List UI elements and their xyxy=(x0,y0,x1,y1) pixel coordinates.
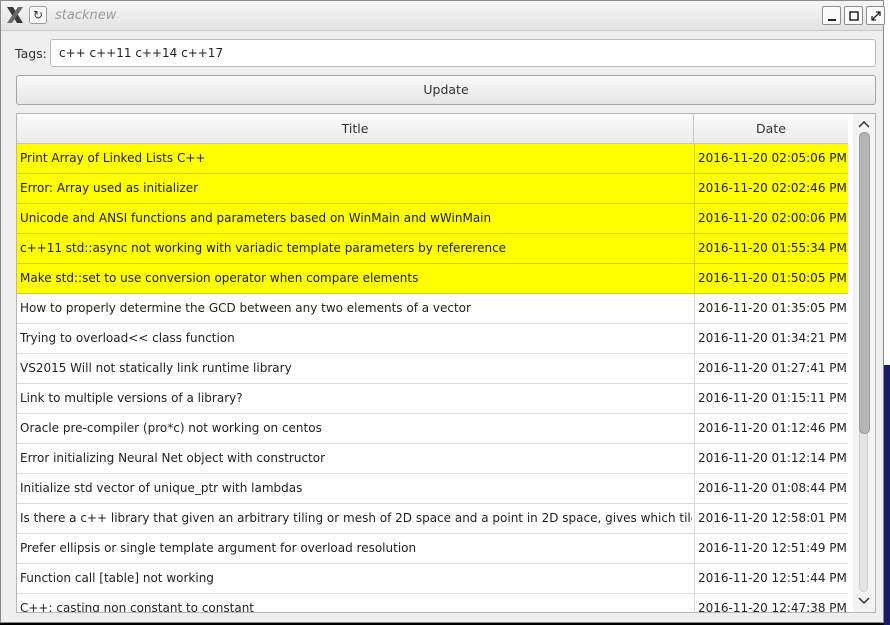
row-title: C++: casting non constant to constant xyxy=(20,601,254,613)
row-date: 2016-11-20 01:12:14 PM xyxy=(694,444,850,473)
row-title: Function call [table] not working xyxy=(20,571,214,585)
table-row[interactable]: Prefer ellipsis or single template argum… xyxy=(17,534,848,564)
questions-table: Title Date Print Array of Linked Lists C… xyxy=(16,113,876,613)
app-window: ↻ stacknew Tags: c++ c++11 c++14 c++17 U… xyxy=(0,0,885,623)
table-row[interactable]: Trying to overload<< class function 2016-… xyxy=(17,324,848,354)
row-date: 2016-11-20 01:35:05 PM xyxy=(694,294,850,323)
table-body: Print Array of Linked Lists C++ 2016-11-2… xyxy=(17,144,850,613)
row-title: How to properly determine the GCD betwee… xyxy=(20,301,471,315)
row-title: Is there a c++ library that given an arb… xyxy=(20,511,692,525)
row-title: Initialize std vector of unique_ptr with… xyxy=(20,481,303,495)
table-row[interactable]: Print Array of Linked Lists C++ 2016-11-2… xyxy=(17,144,848,174)
maximize-icon[interactable] xyxy=(844,6,863,25)
row-date: 2016-11-20 12:51:49 PM xyxy=(694,534,850,563)
row-date: 2016-11-20 12:58:01 PM xyxy=(694,504,850,533)
table-row[interactable]: Link to multiple versions of a library? 2… xyxy=(17,384,848,414)
table-row[interactable]: Is there a c++ library that given an arb… xyxy=(17,504,848,534)
table-row[interactable]: VS2015 Will not statically link runtime … xyxy=(17,354,848,384)
table-row[interactable]: c++11 std::async not working with variad… xyxy=(17,234,848,264)
table-row[interactable]: Make std::set to use conversion operator… xyxy=(17,264,848,294)
table-row[interactable]: C++: casting non constant to constant 201… xyxy=(17,594,850,613)
x-logo-icon[interactable] xyxy=(5,5,25,25)
tags-input[interactable]: c++ c++11 c++14 c++17 xyxy=(50,39,876,67)
row-date: 2016-11-20 01:34:21 PM xyxy=(694,324,850,353)
row-date: 2016-11-20 01:08:44 PM xyxy=(694,474,850,503)
scrollbar-thumb[interactable] xyxy=(859,132,870,434)
column-header-title[interactable]: Title xyxy=(17,114,694,143)
chevron-down-icon[interactable] xyxy=(856,594,872,608)
table-header: Title Date xyxy=(17,114,848,144)
row-title: Print Array of Linked Lists C++ xyxy=(20,151,206,165)
row-title: Make std::set to use conversion operator… xyxy=(20,271,419,285)
table-row[interactable]: How to properly determine the GCD betwee… xyxy=(17,294,848,324)
table-row[interactable]: Error initializing Neural Net object wit… xyxy=(17,444,848,474)
vertical-scrollbar[interactable] xyxy=(853,114,875,612)
chevron-up-icon[interactable] xyxy=(856,117,872,131)
table-row[interactable]: Function call [table] not working 2016-11… xyxy=(17,564,848,594)
row-date: 2016-11-20 02:05:06 PM xyxy=(694,144,850,173)
row-date: 2016-11-20 02:00:06 PM xyxy=(694,204,850,233)
row-date: 2016-11-20 01:55:34 PM xyxy=(694,234,850,263)
row-date: 2016-11-20 12:51:44 PM xyxy=(694,564,850,593)
minimize-icon[interactable] xyxy=(822,6,841,25)
table-row[interactable]: Unicode and ANSI functions and parameter… xyxy=(17,204,848,234)
window-title: stacknew xyxy=(55,8,117,23)
row-title: Error initializing Neural Net object wit… xyxy=(20,451,326,465)
row-date: 2016-11-20 02:02:46 PM xyxy=(694,174,850,203)
title-bar: ↻ stacknew xyxy=(1,1,885,31)
row-title: Link to multiple versions of a library? xyxy=(20,391,243,405)
row-title: Prefer ellipsis or single template argum… xyxy=(20,541,417,555)
row-title: Error: Array used as initializer xyxy=(20,181,199,195)
row-title: c++11 std::async not working with variad… xyxy=(20,241,507,255)
background-desktop-dark xyxy=(884,365,890,625)
row-date: 2016-11-20 01:50:05 PM xyxy=(694,264,850,293)
column-header-date[interactable]: Date xyxy=(694,114,848,143)
row-title: VS2015 Will not statically link runtime … xyxy=(20,361,292,375)
row-title: Trying to overload<< class function xyxy=(20,331,235,345)
update-button[interactable]: Update xyxy=(16,75,876,105)
row-date: 2016-11-20 01:15:11 PM xyxy=(694,384,850,413)
table-row[interactable]: Oracle pre-compiler (pro*c) not working … xyxy=(17,414,848,444)
reload-icon[interactable]: ↻ xyxy=(29,6,47,24)
table-row[interactable]: Error: Array used as initializer 2016-11-… xyxy=(17,174,848,204)
row-date: 2016-11-20 01:27:41 PM xyxy=(694,354,850,383)
tags-label: Tags: xyxy=(15,46,47,61)
close-icon[interactable] xyxy=(866,6,885,25)
row-title: Oracle pre-compiler (pro*c) not working … xyxy=(20,421,322,435)
row-date: 2016-11-20 01:12:46 PM xyxy=(694,414,850,443)
row-date: 2016-11-20 12:47:38 PM xyxy=(694,594,850,612)
row-title: Unicode and ANSI functions and parameter… xyxy=(20,211,492,225)
table-row[interactable]: Initialize std vector of unique_ptr with… xyxy=(17,474,848,504)
